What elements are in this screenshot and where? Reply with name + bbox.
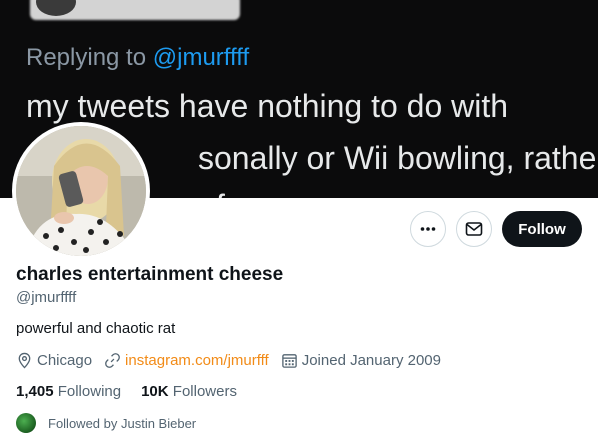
profile-name: charles entertainment cheese [16, 264, 284, 285]
avatar-photo [16, 126, 146, 256]
followers-stat[interactable]: 10K Followers [141, 383, 237, 400]
avatar[interactable] [12, 122, 150, 260]
joined-item: Joined January 2009 [281, 352, 441, 369]
following-label: Following [57, 383, 122, 400]
followed-by-text: Followed by Justin Bieber [48, 415, 197, 431]
follow-button[interactable]: Follow [502, 211, 582, 247]
banner-reply-handle: @jmurffff [152, 44, 250, 71]
profile-bio: powerful and chaotic rat [16, 320, 176, 337]
follower-avatar [16, 413, 36, 433]
banner-tweet-line-1: my tweets have nothing to do with [26, 88, 509, 124]
banner-reply-prefix: Replying to [26, 44, 147, 71]
message-button[interactable] [456, 211, 492, 247]
envelope-icon [465, 222, 483, 236]
avatar-image [16, 126, 146, 256]
following-count: 1,405 [16, 383, 54, 400]
followers-label: Followers [172, 383, 237, 400]
joined-text: Joined January 2009 [301, 352, 441, 369]
profile-actions: Follow [410, 211, 582, 247]
website-link[interactable]: instagram.com/jmurfff [125, 352, 269, 369]
banner-reply-line: Replying to @jmurffff [26, 44, 249, 72]
link-icon [105, 353, 120, 368]
location-item: Chicago [16, 352, 92, 369]
location-text: Chicago [37, 352, 93, 369]
banner-tweet-line-2: sonally or Wii bowling, rather [198, 140, 598, 176]
website-item[interactable]: instagram.com/jmurfff [104, 352, 269, 369]
followed-by[interactable]: Followed by Justin Bieber [16, 413, 196, 433]
calendar-icon [281, 354, 297, 368]
profile-handle: @jmurffff [16, 289, 77, 306]
banner-tweet-line-3: f [216, 188, 225, 198]
location-pin-icon [18, 352, 31, 369]
profile-stats: 1,405 Following 10K Followers [16, 383, 237, 400]
more-icon [420, 227, 436, 231]
more-button[interactable] [410, 211, 446, 247]
followers-count: 10K [141, 383, 169, 400]
profile-meta: Chicago instagram.com/jmurfff Joined Jan… [16, 352, 453, 369]
following-stat[interactable]: 1,405 Following [16, 383, 121, 400]
